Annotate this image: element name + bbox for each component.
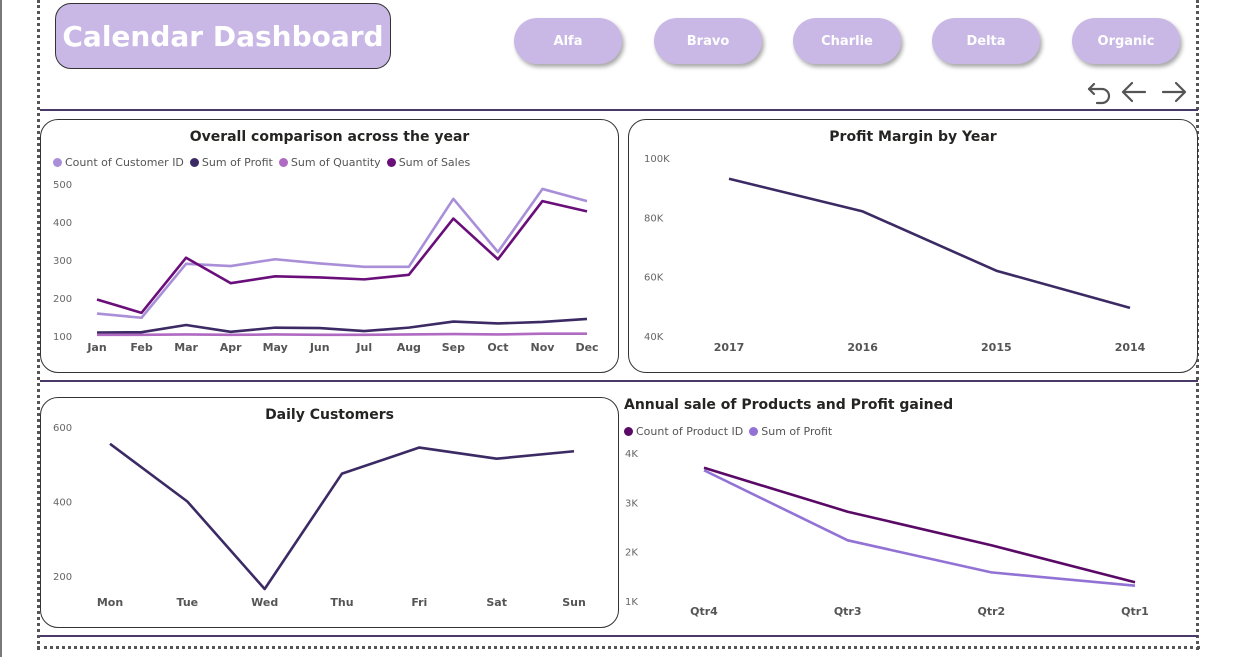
x-tick-label: Qtr1 [1121, 605, 1149, 618]
y-tick-label: 1K [625, 597, 638, 608]
y-tick-label: 3K [625, 498, 638, 509]
series-line [703, 466, 1136, 584]
x-tick-label: Qtr3 [834, 605, 862, 618]
x-tick-label: Qtr2 [977, 605, 1005, 618]
x-tick-label: Qtr4 [690, 605, 718, 618]
annual-sale-chart: 4K 3K 2K 1K Qtr4 Qtr3 Qtr2 Qtr1 [625, 449, 1149, 618]
y-tick-label: 2K [625, 548, 638, 559]
y-tick-label: 4K [625, 449, 638, 460]
